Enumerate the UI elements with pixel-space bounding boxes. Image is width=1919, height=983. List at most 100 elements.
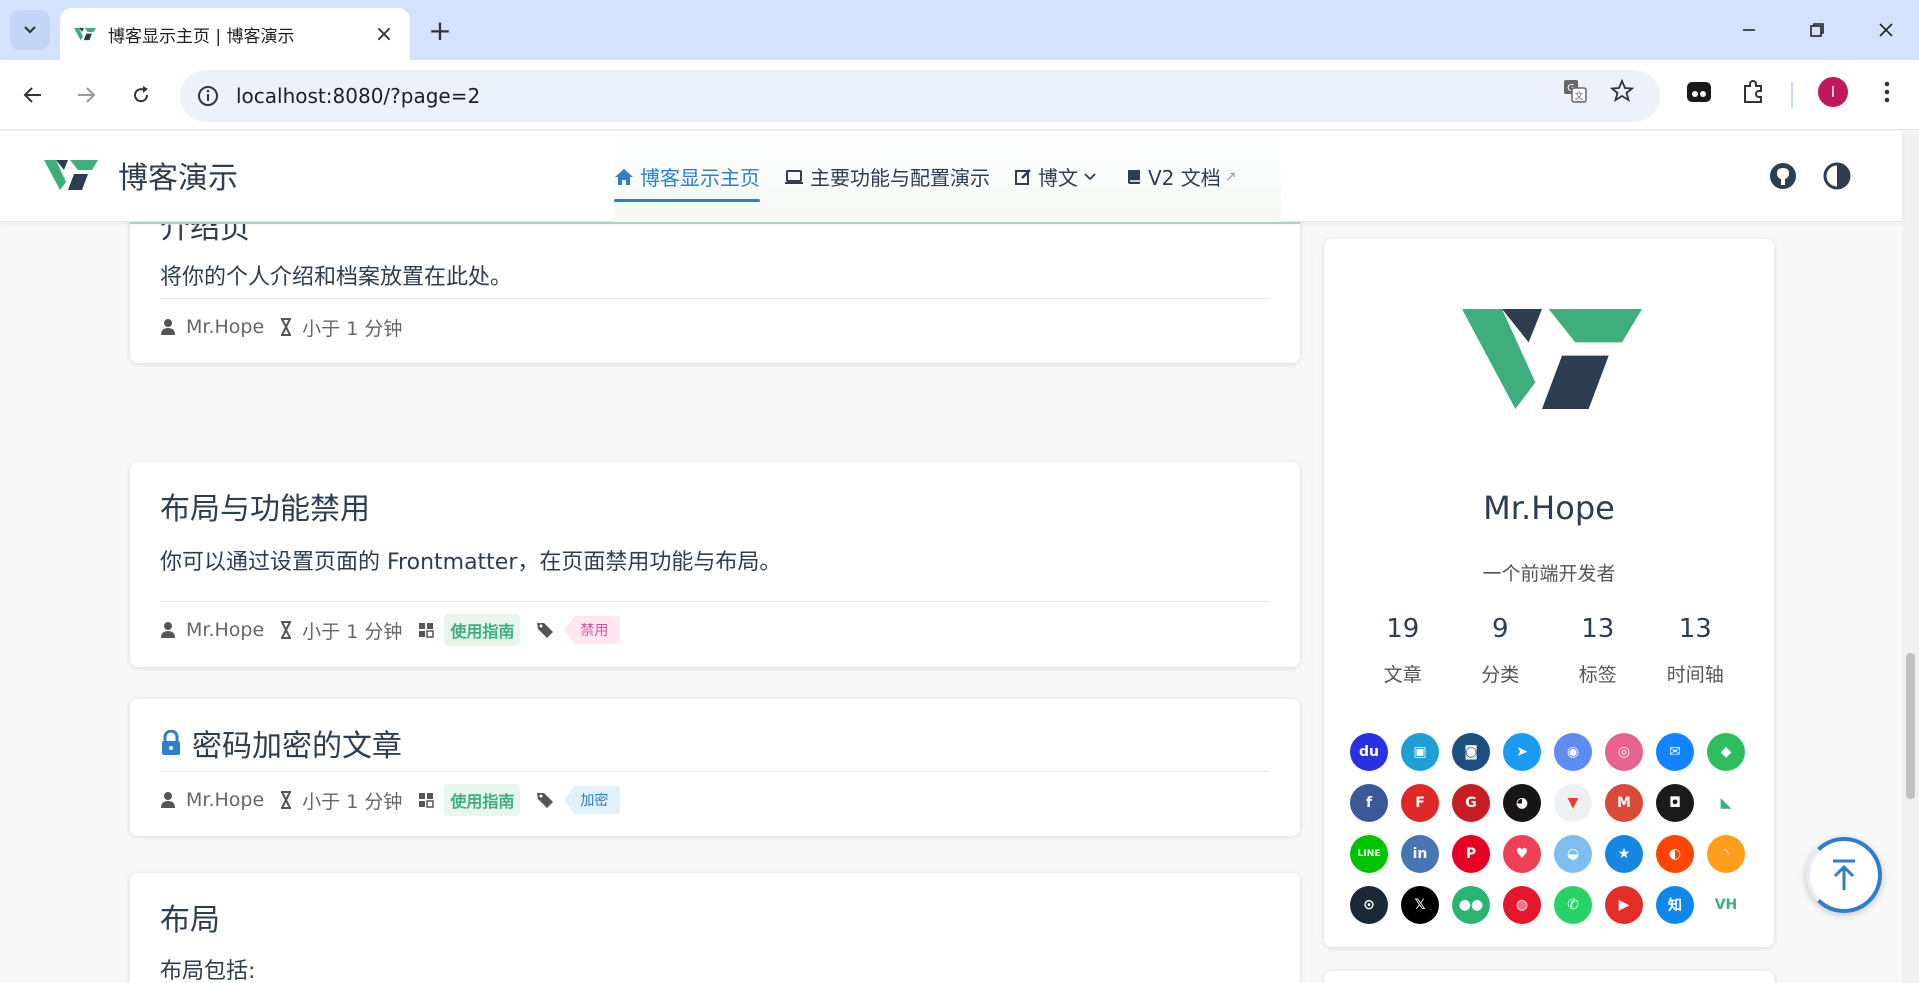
qq-icon[interactable]: ◒ (1554, 835, 1592, 873)
laptop-icon (785, 169, 803, 184)
nav-home[interactable]: 博客显示主页 (614, 152, 760, 202)
rss-icon[interactable]: ◝ (1707, 835, 1745, 873)
bitbucket-icon[interactable]: ◙ (1452, 733, 1490, 771)
stat-label: 时间轴 (1666, 664, 1724, 686)
browser-toolbar: localhost:8080/?page=2 G文 I (0, 60, 1919, 130)
arrow-up-icon (1833, 859, 1855, 890)
stat-timeline[interactable]: 13 时间轴 (1650, 614, 1740, 687)
weibo-icon[interactable]: ◍ (1503, 886, 1541, 924)
youtube-icon[interactable]: ▶ (1605, 886, 1643, 924)
vuepress-hope-icon[interactable]: VH (1707, 886, 1745, 924)
github-icon (1770, 163, 1796, 189)
extensions-button[interactable] (1735, 74, 1771, 110)
contrast-icon (1823, 162, 1851, 190)
address-bar[interactable]: localhost:8080/?page=2 (180, 70, 1660, 122)
back-button[interactable] (12, 74, 54, 116)
stat-articles[interactable]: 19 文章 (1358, 614, 1448, 687)
social-media-links: du ▣ ◙ ➤ ◉ ◎ ✉ ◆ f F G ◕ ▼ M ◘ ◣ LINE in P ♥ ◒ ★ ◐ ◝ ⊙ 𝕏 ●● ◍ ✆ ▶ 知 VH (1350, 733, 1758, 924)
vuepress-hope-favicon (74, 27, 96, 41)
pinterest-icon[interactable]: P (1452, 835, 1490, 873)
gitee-icon[interactable]: G (1452, 784, 1490, 822)
github-link[interactable] (1766, 159, 1800, 193)
restore-button[interactable] (1797, 10, 1837, 50)
dribbble-icon[interactable]: ◎ (1605, 733, 1643, 771)
browser-tab-bar: 博客显示主页 | 博客演示 × + (0, 0, 1919, 60)
article-excerpt: 布局包括: (160, 959, 256, 983)
reddit-icon[interactable]: ◐ (1656, 835, 1694, 873)
nav-links: 博客显示主页 主要功能与配置演示 博文 V2 文档 ↗ (614, 131, 1281, 222)
forward-button[interactable] (65, 74, 107, 116)
reload-button[interactable] (120, 74, 162, 116)
qzone-icon[interactable]: ★ (1605, 835, 1643, 873)
whatsapp-icon[interactable]: ✆ (1554, 886, 1592, 924)
site-brand[interactable]: 博客演示 (44, 153, 238, 197)
baidu-icon[interactable]: du (1350, 733, 1388, 771)
translate-button[interactable]: G文 (1557, 73, 1593, 109)
url-text[interactable]: localhost:8080/?page=2 (236, 84, 480, 108)
reading-time: 小于 1 分钟 (280, 617, 402, 644)
article-title[interactable]: 布局与功能禁用 (160, 484, 370, 528)
article-title[interactable]: 密码加密的文章 (192, 721, 402, 765)
wechat-icon[interactable]: ●● (1452, 886, 1490, 924)
tab-close-icon[interactable]: × (372, 22, 396, 47)
pocket-icon[interactable]: ♥ (1503, 835, 1541, 873)
linkedin-icon[interactable]: in (1401, 835, 1439, 873)
stat-value: 9 (1491, 614, 1509, 644)
stat-label: 文章 (1383, 664, 1422, 686)
category-icon (419, 623, 435, 638)
stat-tags[interactable]: 13 标签 (1553, 614, 1643, 687)
discord-icon[interactable]: ◉ (1554, 733, 1592, 771)
article-card[interactable]: 密码加密的文章 Mr.Hope 小于 1 分钟 使用指南 加密 (130, 699, 1300, 836)
zhihu-icon[interactable]: 知 (1656, 886, 1694, 924)
toolbar-divider (1791, 82, 1793, 108)
stat-value: 13 (1678, 614, 1712, 644)
bookmark-button[interactable] (1604, 73, 1640, 109)
facebook-icon[interactable]: f (1350, 784, 1388, 822)
article-card[interactable]: 布局 布局包括: (130, 873, 1300, 983)
bilibili-icon[interactable]: ▣ (1401, 733, 1439, 771)
close-window-button[interactable] (1866, 10, 1906, 50)
steam-icon[interactable]: ⊙ (1350, 886, 1388, 924)
flipboard-icon[interactable]: F (1401, 784, 1439, 822)
profile-button[interactable]: I (1815, 74, 1851, 110)
user-icon (161, 792, 175, 808)
gmail-icon[interactable]: M (1605, 784, 1643, 822)
category-badge[interactable]: 使用指南 (444, 784, 521, 816)
category-badge[interactable]: 使用指南 (444, 614, 521, 646)
dingding-icon[interactable]: ➤ (1503, 733, 1541, 771)
line-icon[interactable]: LINE (1350, 835, 1388, 873)
tab-search-button[interactable] (10, 10, 50, 50)
article-card[interactable]: 布局与功能禁用 你可以通过设置页面的 Frontmatter，在页面禁用功能与布… (130, 462, 1300, 667)
evernote-icon[interactable]: ◆ (1707, 733, 1745, 771)
extension-button[interactable] (1681, 74, 1717, 110)
instagram-icon[interactable]: ◘ (1656, 784, 1694, 822)
chevron-down-icon (1084, 172, 1096, 180)
minimize-button[interactable] (1729, 10, 1769, 50)
article-title[interactable]: 布局 (160, 895, 220, 939)
stat-categories[interactable]: 9 分类 (1455, 614, 1545, 687)
article-meta: Mr.Hope 小于 1 分钟 使用指南 加密 (160, 782, 636, 818)
article-title-wrap[interactable]: 密码加密的文章 (160, 721, 402, 765)
page-viewport: 博客演示 博客显示主页 主要功能与配置演示 博文 V2 文档 ↗ 介绍页 将你的… (0, 131, 1919, 983)
lark-icon[interactable]: ◣ (1707, 784, 1745, 822)
x-icon[interactable]: 𝕏 (1401, 886, 1439, 924)
tag-badge[interactable]: 加密 (564, 786, 621, 814)
nav-posts-dropdown[interactable]: 博文 (1014, 152, 1102, 202)
gitlab-icon[interactable]: ▼ (1554, 784, 1592, 822)
nav-v2-docs[interactable]: V2 文档 ↗ (1126, 152, 1237, 202)
github-icon[interactable]: ◕ (1503, 784, 1541, 822)
back-to-top-button[interactable] (1806, 837, 1882, 913)
email-icon[interactable]: ✉ (1656, 733, 1694, 771)
stat-value: 19 (1386, 614, 1420, 644)
scrollbar-thumb[interactable] (1906, 653, 1915, 799)
nav-features[interactable]: 主要功能与配置演示 (784, 152, 990, 202)
tag-badge[interactable]: 禁用 (564, 616, 621, 644)
svg-text:文: 文 (1574, 90, 1583, 102)
theme-toggle[interactable] (1820, 159, 1854, 193)
page-scrollbar[interactable] (1902, 131, 1919, 983)
browser-tab[interactable]: 博客显示主页 | 博客演示 × (60, 8, 410, 60)
site-info-icon[interactable] (196, 84, 220, 108)
divider (160, 601, 1270, 602)
browser-menu-button[interactable] (1869, 74, 1905, 110)
new-tab-button[interactable]: + (424, 14, 456, 47)
